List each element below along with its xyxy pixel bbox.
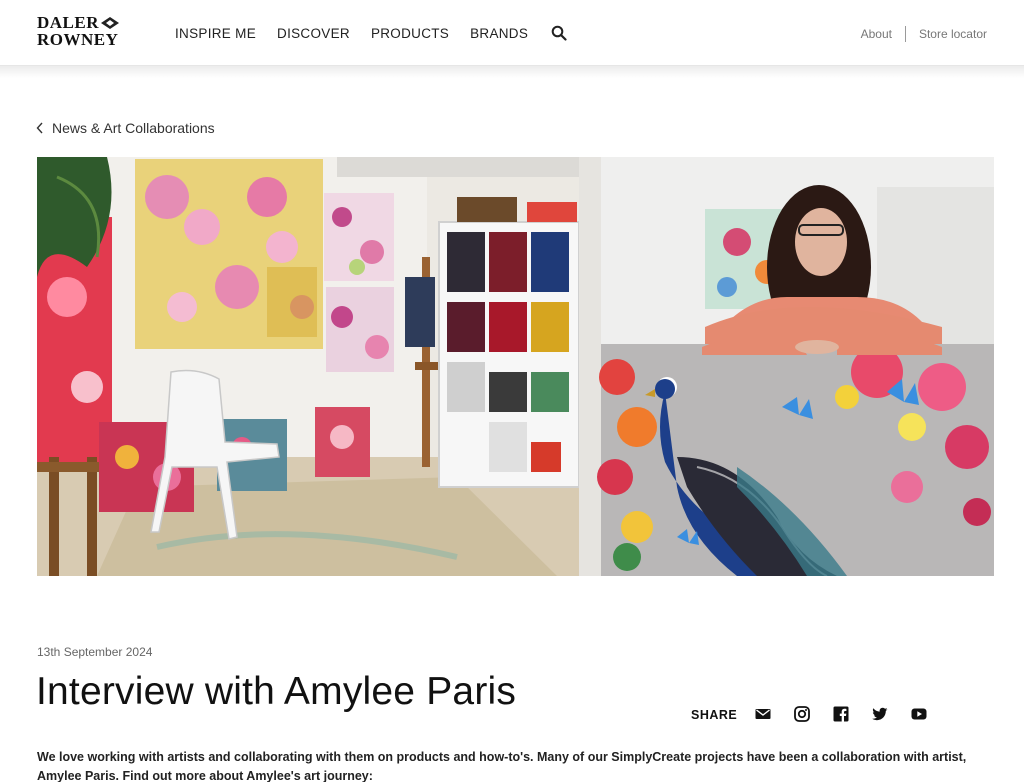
artist-photo xyxy=(597,157,994,576)
search-icon[interactable] xyxy=(551,25,567,41)
nav-products[interactable]: PRODUCTS xyxy=(371,26,449,41)
article-date: 13th September 2024 xyxy=(37,645,153,659)
nav-brands[interactable]: BRANDS xyxy=(470,26,528,41)
header-shadow xyxy=(0,66,1024,78)
youtube-icon[interactable] xyxy=(911,706,927,722)
utility-divider xyxy=(904,26,906,42)
nav-inspire-me[interactable]: INSPIRE ME xyxy=(175,26,256,41)
breadcrumb-label: News & Art Collaborations xyxy=(52,120,215,136)
studio-photo xyxy=(37,157,601,576)
hero-image xyxy=(37,157,994,576)
share-label: SHARE xyxy=(691,708,738,722)
store-locator-link[interactable]: Store locator xyxy=(919,27,987,41)
article-intro: We love working with artists and collabo… xyxy=(37,750,967,782)
logo-diamond-icon xyxy=(101,17,119,29)
utility-links: About Store locator xyxy=(861,26,987,42)
instagram-icon[interactable] xyxy=(794,705,811,722)
nav-discover[interactable]: DISCOVER xyxy=(277,26,350,41)
article-title: Interview with Amylee Paris xyxy=(36,670,517,713)
about-link[interactable]: About xyxy=(861,27,892,41)
twitter-icon[interactable] xyxy=(872,706,888,722)
breadcrumb-back-link[interactable]: News & Art Collaborations xyxy=(36,120,215,136)
chevron-left-icon xyxy=(36,122,43,134)
share-bar: SHARE xyxy=(691,705,950,722)
main-nav: INSPIRE ME DISCOVER PRODUCTS BRANDS xyxy=(175,25,567,41)
site-header: DALER ROWNEY INSPIRE ME DISCOVER PRODUCT… xyxy=(0,0,1024,66)
email-icon[interactable] xyxy=(755,706,771,722)
logo-line-2: ROWNEY xyxy=(37,30,119,49)
facebook-icon[interactable] xyxy=(833,706,849,722)
daler-rowney-logo[interactable]: DALER ROWNEY xyxy=(37,14,129,50)
